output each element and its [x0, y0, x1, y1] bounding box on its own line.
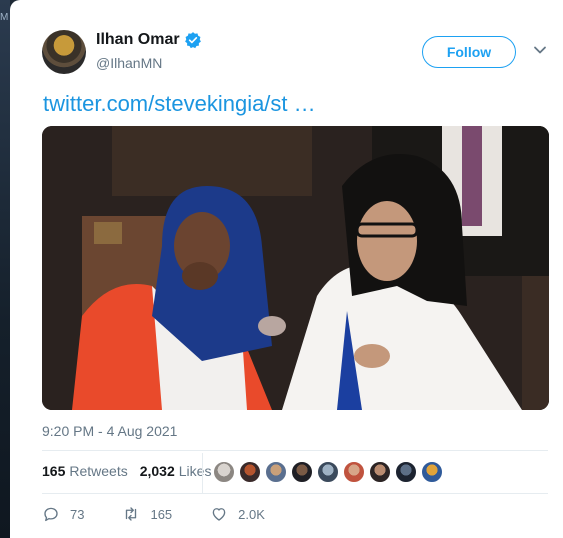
avatar[interactable]: [265, 461, 287, 483]
photo-illustration: [42, 126, 549, 410]
avatar[interactable]: [395, 461, 417, 483]
retweet-icon: [126, 507, 137, 521]
retweets-stat-label: Retweets: [69, 463, 128, 479]
liker-avatars: [213, 461, 447, 483]
chevron-down-icon[interactable]: [532, 42, 548, 58]
retweet-button[interactable]: 165: [122, 505, 172, 523]
author-name[interactable]: Ilhan Omar: [96, 31, 180, 49]
avatar[interactable]: [343, 461, 365, 483]
divider-bottom: [42, 493, 548, 494]
like-icon: [212, 508, 226, 521]
reply-button[interactable]: 73: [42, 505, 84, 523]
background-text-fragment: M: [0, 12, 9, 23]
likes-stat[interactable]: 2,032 Likes: [140, 463, 212, 479]
retweets-stat-count: 165: [42, 463, 66, 479]
author-name-row: Ilhan Omar: [96, 31, 202, 49]
avatar[interactable]: [291, 461, 313, 483]
background-page-edge: M: [0, 0, 10, 538]
verified-badge-icon: [184, 32, 201, 49]
avatar[interactable]: [42, 30, 86, 74]
avatar[interactable]: [369, 461, 391, 483]
reply-icon: [44, 507, 58, 522]
avatar[interactable]: [239, 461, 261, 483]
engagement-stats: 165 Retweets 2,032 Likes: [42, 463, 223, 479]
avatar[interactable]: [317, 461, 339, 483]
tweet-timestamp[interactable]: 9:20 PM - 4 Aug 2021: [42, 423, 177, 439]
tweet-actions: 73 165 2.0K: [42, 505, 303, 523]
likes-stat-count: 2,032: [139, 463, 175, 479]
stats-separator: [202, 453, 203, 493]
like-button[interactable]: 2.0K: [210, 505, 265, 523]
tweet-card: Ilhan Omar @IlhanMN Follow twitter.com/s…: [10, 0, 563, 538]
tweet-photo[interactable]: [42, 126, 549, 410]
reply-count: 73: [70, 506, 85, 522]
divider-top: [42, 450, 548, 451]
tweet-link[interactable]: twitter.com/stevekingia/st …: [43, 91, 316, 117]
avatar[interactable]: [421, 461, 443, 483]
like-count: 2.0K: [238, 506, 265, 522]
follow-button[interactable]: Follow: [422, 36, 516, 68]
avatar[interactable]: [213, 461, 235, 483]
likes-stat-label: Likes: [178, 463, 212, 479]
retweets-stat[interactable]: 165 Retweets: [42, 463, 128, 479]
retweet-count: 165: [150, 506, 173, 522]
author-handle[interactable]: @IlhanMN: [96, 55, 162, 71]
tweet-header: Ilhan Omar @IlhanMN Follow: [10, 0, 563, 80]
